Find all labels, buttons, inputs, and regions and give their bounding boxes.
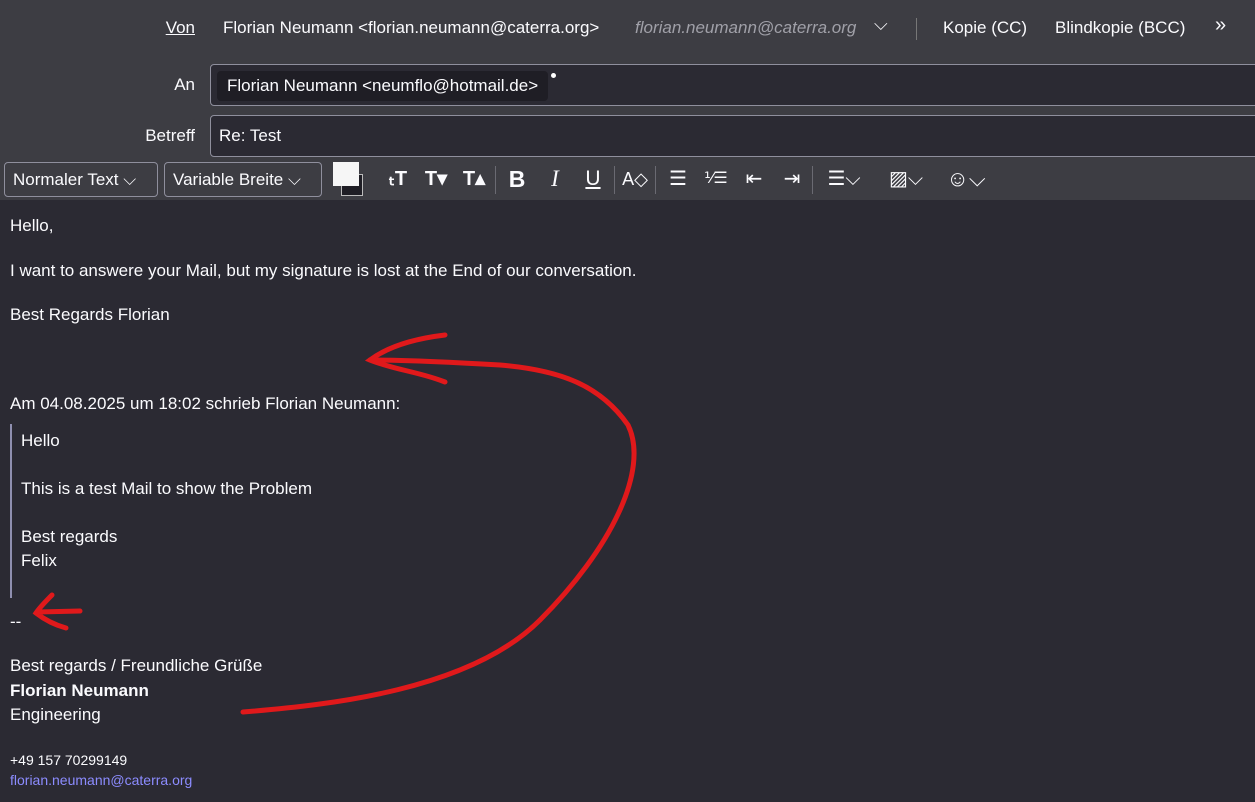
font-size-reset-icon[interactable]: ₜT — [384, 166, 412, 192]
signature-phone: +49 157 70299149 — [10, 752, 128, 768]
divider — [916, 18, 917, 40]
closing: Best Regards Florian — [10, 305, 170, 324]
font-size-increase-icon[interactable]: T▴ — [460, 166, 488, 192]
chevron-down-icon[interactable]: ⌵ — [874, 14, 888, 35]
quote-line: Felix — [21, 551, 57, 570]
recipient-text: Florian Neumann <neumflo@hotmail.de> — [227, 76, 539, 95]
from-label: Von — [165, 18, 195, 37]
italic-icon[interactable]: I — [541, 166, 569, 192]
quote-line: This is a test Mail to show the Problem — [21, 479, 313, 498]
divider — [812, 166, 813, 194]
more-button[interactable]: » — [1215, 14, 1226, 37]
signature-name: Florian Neumann — [10, 681, 149, 700]
recipient-pill[interactable]: Florian Neumann <neumflo@hotmail.de> — [217, 71, 557, 101]
divider — [655, 166, 656, 194]
font-value: Variable Breite — [173, 170, 284, 189]
greeting: Hello, — [10, 216, 54, 235]
signature-department: Engineering — [10, 705, 101, 724]
quote-line: Best regards — [21, 527, 118, 546]
from-value[interactable]: Florian Neumann <florian.neumann@caterra… — [223, 18, 599, 38]
status-dot — [551, 73, 557, 78]
from-identity[interactable]: florian.neumann@caterra.org — [635, 18, 856, 38]
text-color-swatch — [333, 162, 359, 186]
outdent-icon[interactable]: ⇤ — [740, 166, 768, 192]
divider — [614, 166, 615, 194]
divider — [495, 166, 496, 194]
subject-value: Re: Test — [219, 126, 282, 145]
quote-bar — [10, 424, 12, 598]
underline-icon[interactable]: U — [579, 166, 607, 192]
numbered-list-icon[interactable]: ⅟☰ — [702, 166, 730, 192]
bold-icon[interactable]: B — [503, 166, 531, 192]
clear-formatting-icon[interactable]: A◇ — [620, 166, 650, 192]
cc-button[interactable]: Kopie (CC) — [943, 18, 1027, 38]
paragraph-format-value: Normaler Text — [13, 170, 119, 189]
insert-image-icon[interactable]: ▨⌵ — [880, 166, 932, 192]
bcc-button[interactable]: Blindkopie (BCC) — [1055, 18, 1185, 38]
emoji-icon[interactable]: ☺⌵ — [940, 166, 992, 192]
red-arrow-head — [364, 332, 448, 385]
subject-input[interactable]: Re: Test — [210, 115, 1255, 157]
quote-line: Hello — [21, 431, 60, 450]
paragraph-format-select[interactable]: Normaler Text ⌵ — [4, 162, 158, 197]
compose-header: Von Florian Neumann <florian.neumann@cat… — [0, 0, 1255, 200]
font-select[interactable]: Variable Breite ⌵ — [164, 162, 322, 197]
align-icon[interactable]: ☰⌵ — [818, 166, 870, 192]
signature-separator: -- — [10, 612, 22, 631]
text-color-button[interactable] — [333, 162, 371, 196]
to-field[interactable]: Florian Neumann <neumflo@hotmail.de> — [210, 64, 1255, 106]
bulleted-list-icon[interactable]: ☰ — [664, 166, 692, 192]
subject-label: Betreff — [145, 126, 195, 145]
font-size-decrease-icon[interactable]: T▾ — [422, 166, 450, 192]
signature-greeting: Best regards / Freundliche Grüße — [10, 656, 263, 675]
indent-icon[interactable]: ⇥ — [778, 166, 806, 192]
body-line: I want to answere your Mail, but my sign… — [10, 261, 637, 280]
red-arrow-small — [32, 592, 83, 631]
signature-email-link[interactable]: florian.neumann@caterra.org — [10, 772, 192, 788]
to-label: An — [174, 75, 195, 94]
quote-header: Am 04.08.2025 um 18:02 schrieb Florian N… — [10, 394, 401, 413]
